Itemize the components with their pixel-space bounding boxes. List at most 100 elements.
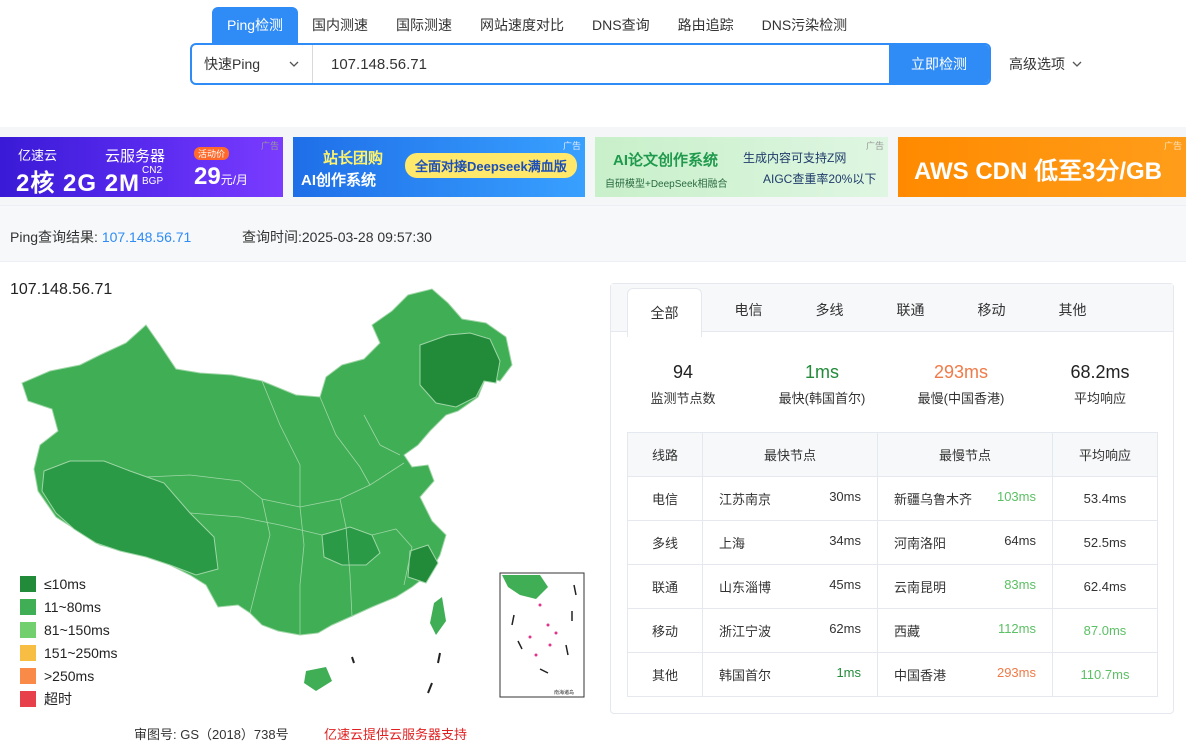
- south-china-sea-inset: 南海诸岛: [499, 572, 585, 698]
- row-slowest: 新疆乌鲁木齐 103ms: [877, 476, 1053, 521]
- legend-swatch: [20, 575, 36, 592]
- tab-mobile[interactable]: 移动: [951, 284, 1032, 332]
- slowest-node-ms: 293ms: [996, 665, 1036, 680]
- fastest-node-ms: 34ms: [829, 533, 861, 548]
- tab-dns-query[interactable]: DNS查询: [578, 7, 664, 43]
- ad-badge: 活动价: [194, 147, 230, 160]
- legend-swatch: [20, 621, 36, 638]
- result-ip: 107.148.56.71: [101, 229, 192, 245]
- row-fastest: 江苏南京 30ms: [702, 476, 878, 521]
- ad-title: AWS CDN 低至3分/GB: [914, 158, 1163, 185]
- row-fastest: 山东淄博 45ms: [702, 564, 878, 609]
- results-panel: 全部 电信 多线 联通 移动 其他 94 监测节点数 1ms 最快(韩国首尔) …: [610, 283, 1174, 714]
- advanced-options-label: 高级选项: [1009, 56, 1065, 72]
- fastest-node-name: 山东淄博: [719, 580, 772, 595]
- map-region-taiwan: [430, 597, 446, 635]
- fastest-node-name: 韩国首尔: [719, 668, 772, 683]
- table-row: 联通 山东淄博 45ms 云南昆明 83ms 62.4ms: [627, 564, 1158, 609]
- map-license: 审图号: GS（2018）738号: [134, 727, 289, 742]
- line-results-table: 线路 最快节点 最慢节点 平均响应 电信 江苏南京 30ms 新疆乌鲁木齐 103ms 5…: [627, 432, 1158, 697]
- tab-other[interactable]: 其他: [1032, 284, 1113, 332]
- advanced-options-toggle[interactable]: 高级选项: [1009, 54, 1083, 74]
- tab-all[interactable]: 全部: [627, 288, 702, 337]
- latency-legend: ≤10ms 11~80ms 81~150ms 151~250ms >250ms …: [20, 572, 118, 710]
- row-slowest: 中国香港 293ms: [877, 652, 1053, 697]
- ad-subtitle: AI创作系统: [301, 172, 377, 189]
- query-time: 查询时间:2025-03-28 09:57:30: [242, 229, 432, 245]
- fastest-node-name: 浙江宁波: [719, 624, 772, 639]
- row-average: 62.4ms: [1052, 564, 1158, 609]
- tab-domestic-speed[interactable]: 国内测速: [298, 7, 382, 43]
- table-row: 其他 韩国首尔 1ms 中国香港 293ms 110.7ms: [627, 652, 1158, 697]
- row-average: 87.0ms: [1052, 608, 1158, 653]
- table-row: 移动 浙江宁波 62ms 西藏 112ms 87.0ms: [627, 608, 1158, 653]
- row-line: 电信: [627, 476, 703, 521]
- fastest-node-ms: 30ms: [829, 489, 861, 504]
- fastest-node-name: 江苏南京: [719, 492, 772, 507]
- table-row: 电信 江苏南京 30ms 新疆乌鲁木齐 103ms 53.4ms: [627, 476, 1158, 521]
- ad-aws-cdn[interactable]: AWS CDN 低至3分/GB 广告: [898, 137, 1186, 197]
- ad-price: 29元/月: [194, 163, 249, 190]
- tab-dns-pollution[interactable]: DNS污染检测: [748, 7, 862, 43]
- ad-tag: 广告: [562, 141, 581, 151]
- map-nine-dash-line: [351, 652, 441, 694]
- row-slowest: 西藏 112ms: [877, 608, 1053, 653]
- table-row: 多线 上海 34ms 河南洛阳 64ms 52.5ms: [627, 520, 1158, 565]
- row-slowest: 河南洛阳 64ms: [877, 520, 1053, 565]
- legend-item: 81~150ms: [20, 618, 118, 641]
- table-header: 线路 最快节点 最慢节点 平均响应: [627, 432, 1158, 477]
- slowest-node-name: 中国香港: [894, 668, 947, 683]
- ad-brand: 亿速云: [18, 148, 58, 163]
- slowest-node-ms: 64ms: [1004, 533, 1036, 548]
- row-line: 多线: [627, 520, 703, 565]
- line-filter-tabs: 全部 电信 多线 联通 移动 其他: [611, 284, 1173, 337]
- legend-swatch: [20, 690, 36, 707]
- ad-title: AI论文创作系统: [613, 152, 719, 169]
- slowest-node-name: 云南昆明: [894, 580, 947, 595]
- ad-cloud-server[interactable]: 亿速云 云服务器 活动价 2核 2G 2M CN2 BGP 29元/月 广告: [0, 137, 283, 197]
- slowest-node-name: 河南洛阳: [894, 536, 947, 551]
- ad-subtitle: 自研模型+DeepSeek相融合: [605, 179, 728, 190]
- fastest-node-ms: 1ms: [836, 665, 861, 680]
- row-line: 联通: [627, 564, 703, 609]
- ping-mode-value: 快速Ping: [204, 56, 261, 72]
- legend-item: 11~80ms: [20, 595, 118, 618]
- tab-international-speed[interactable]: 国际测速: [382, 7, 466, 43]
- stat-average: 68.2ms 平均响应: [1030, 362, 1170, 407]
- tab-multiline[interactable]: 多线: [789, 284, 870, 332]
- ad-title: 站长团购: [323, 150, 384, 167]
- stat-label: 最快(韩国首尔): [778, 391, 866, 406]
- host-input[interactable]: [313, 45, 889, 83]
- tab-site-compare[interactable]: 网站速度对比: [466, 7, 578, 43]
- start-check-button[interactable]: 立即检测: [889, 45, 989, 83]
- legend-swatch: [20, 667, 36, 684]
- sponsor-link[interactable]: 亿速云提供云服务器支持: [324, 724, 467, 743]
- fastest-node-name: 上海: [719, 536, 746, 551]
- ad-tag: 广告: [865, 141, 884, 151]
- row-fastest: 浙江宁波 62ms: [702, 608, 878, 653]
- map-region-hainan: [304, 667, 332, 691]
- col-average: 平均响应: [1052, 432, 1158, 477]
- stat-slowest: 293ms 最慢(中国香港): [891, 362, 1031, 407]
- tool-tabs: Ping检测 国内测速 国际测速 网站速度对比 DNS查询 路由追踪 DNS污染…: [212, 7, 861, 43]
- stat-node-count: 94 监测节点数: [613, 362, 753, 407]
- row-average: 110.7ms: [1052, 652, 1158, 697]
- search-bar: 快速Ping 立即检测: [190, 43, 991, 85]
- row-average: 52.5ms: [1052, 520, 1158, 565]
- ad-ai-system[interactable]: 站长团购 AI创作系统 全面对接Deepseek满血版 广告: [293, 137, 585, 197]
- col-slowest-node: 最慢节点: [877, 432, 1053, 477]
- tab-telecom[interactable]: 电信: [708, 284, 789, 332]
- ping-mode-select[interactable]: 快速Ping: [192, 45, 313, 83]
- tab-unicom[interactable]: 联通: [870, 284, 951, 332]
- legend-swatch: [20, 598, 36, 615]
- col-fastest-node: 最快节点: [702, 432, 878, 477]
- stat-label: 平均响应: [1073, 391, 1126, 406]
- row-line: 移动: [627, 608, 703, 653]
- ad-ai-paper[interactable]: AI论文创作系统 自研模型+DeepSeek相融合 生成内容可支持Z网 AIGC…: [595, 137, 888, 197]
- tab-ping[interactable]: Ping检测: [212, 7, 299, 43]
- ad-pill: 全面对接Deepseek满血版: [405, 153, 577, 178]
- ad-feature-2: AIGC查重率20%以下: [763, 172, 877, 186]
- row-line: 其他: [627, 652, 703, 697]
- tab-traceroute[interactable]: 路由追踪: [664, 7, 748, 43]
- result-label: Ping查询结果: 107.148.56.71: [10, 229, 192, 245]
